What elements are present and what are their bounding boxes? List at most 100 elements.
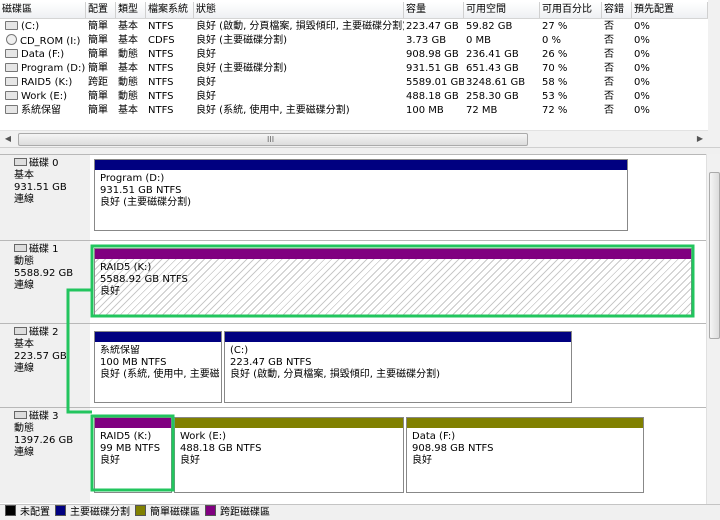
partition-3-1[interactable]: Work (E:) 488.18 GB NTFS 良好 (174, 417, 404, 493)
col-header-volume[interactable]: 磁碟區 (0, 2, 86, 18)
volume-overhead-cell: 0% (634, 77, 650, 88)
partition-0-0[interactable]: Program (D:) 931.51 GB NTFS 良好 (主要磁碟分割) (94, 159, 628, 231)
volume-icon (5, 91, 18, 100)
volume-list-header: 磁碟區 配置 類型 檔案系統 狀態 容量 可用空間 可用百分比 容錯 預先配置 (0, 2, 708, 19)
disk-type: 動態 (14, 423, 34, 434)
disk-type: 基本 (14, 339, 34, 350)
scroll-left-icon[interactable]: ◀ (0, 131, 16, 147)
vertical-scrollbar[interactable] (706, 154, 720, 504)
volume-type-cell: 基本 (118, 35, 138, 46)
disk-state: 連線 (14, 447, 34, 458)
horizontal-scroll-thumb[interactable]: III (18, 133, 528, 146)
partition-2-0[interactable]: 系統保留100 MB NTFS良好 (系統, 使用中, 主要磁碟分 (94, 331, 222, 403)
partition-type-bar (95, 418, 171, 428)
volume-free-cell: 258.30 GB (466, 91, 519, 102)
volume-row[interactable]: CD_ROM (I:) 簡單 基本 CDFS 良好 (主要磁碟分割) 3.73 GB 0 M… (0, 34, 708, 48)
volume-list[interactable]: 磁碟區 配置 類型 檔案系統 狀態 容量 可用空間 可用百分比 容錯 預先配置 … (0, 0, 720, 147)
partition-3-0[interactable]: RAID5 (K:) 99 MB NTFS 良好 (94, 417, 172, 493)
partition-title: Work (E:) (180, 431, 226, 442)
disk-row-separator (90, 323, 706, 324)
disk-graphical-view: 磁碟 0 基本 931.51 GB 連線 Program (D:) 931.51 GB N… (0, 154, 706, 504)
disk-state: 連線 (14, 280, 34, 291)
disk-size: 223.57 GB (14, 351, 67, 362)
partition-status: 良好 (100, 286, 120, 297)
legend: 未配置 主要磁碟分割 簡單磁碟區 跨距磁碟區 (0, 504, 720, 520)
volume-pct-cell: 70 % (542, 63, 568, 74)
volume-layout-cell: 簡單 (88, 91, 108, 102)
volume-overhead-cell: 0% (634, 21, 650, 32)
volume-type-cell: 動態 (118, 77, 138, 88)
disk-name-line: 磁碟 1 (14, 244, 90, 256)
disk-label-1[interactable]: 磁碟 1 動態 5588.92 GB 連線 (0, 240, 90, 323)
horizontal-scrollbar[interactable]: ◀ III ▶ (0, 130, 708, 147)
vertical-scroll-thumb[interactable] (709, 172, 720, 339)
legend-label: 跨距磁碟區 (220, 507, 270, 518)
volume-fault-cell: 否 (604, 77, 614, 88)
volume-free-cell: 236.41 GB (466, 49, 519, 60)
col-header-overhead[interactable]: 預先配置 (632, 2, 708, 18)
volume-layout-cell: 跨距 (88, 77, 108, 88)
volume-row[interactable]: RAID5 (K:) 跨距 動態 NTFS 良好 5589.01 GB 3248.61 GB… (0, 76, 708, 90)
partition-title: 系統保留 (100, 345, 140, 356)
partition-size: 931.51 GB NTFS (100, 185, 182, 196)
volume-overhead-cell: 0% (634, 35, 650, 46)
volume-layout-cell: 簡單 (88, 105, 108, 116)
volume-row[interactable]: Program (D:) 簡單 基本 NTFS 良好 (主要磁碟分割) 931.51 GB… (0, 62, 708, 76)
volume-capacity-cell: 5589.01 GB (406, 77, 464, 88)
disk-label-0[interactable]: 磁碟 0 基本 931.51 GB 連線 (0, 154, 90, 240)
col-header-percent-free[interactable]: 可用百分比 (540, 2, 602, 18)
volume-layout-cell: 簡單 (88, 63, 108, 74)
volume-pct-cell: 26 % (542, 49, 568, 60)
volume-name-cell: RAID5 (K:) (0, 76, 86, 90)
disk-label-2[interactable]: 磁碟 2 基本 223.57 GB 連線 (0, 323, 90, 407)
partition-info: Data (F:) 908.98 GB NTFS 良好 (412, 431, 641, 467)
volume-row[interactable]: Data (F:) 簡單 動態 NTFS 良好 908.98 GB 236.41 GB 26 … (0, 48, 708, 62)
partition-size: 908.98 GB NTFS (412, 443, 494, 454)
partition-title: Program (D:) (100, 173, 165, 184)
col-header-fault-tolerance[interactable]: 容錯 (602, 2, 632, 18)
volume-row[interactable]: (C:) 簡單 基本 NTFS 良好 (啟動, 分頁檔案, 損毀傾印, 主要磁碟分割) 2… (0, 20, 708, 34)
volume-fault-cell: 否 (604, 63, 614, 74)
partition-size: 5588.92 GB NTFS (100, 274, 188, 285)
partition-2-1[interactable]: (C:) 223.47 GB NTFS 良好 (啟動, 分頁檔案, 損毀傾印, 主要… (224, 331, 572, 403)
disk-row-separator (90, 407, 706, 408)
disk-icon (14, 244, 27, 252)
volume-icon (5, 63, 18, 72)
volume-list-vertical-scrollbar[interactable] (708, 0, 720, 147)
volume-layout-cell: 簡單 (88, 35, 108, 46)
volume-capacity-cell: 223.47 GB (406, 21, 459, 32)
col-header-free[interactable]: 可用空間 (464, 2, 540, 18)
partition-3-2[interactable]: Data (F:) 908.98 GB NTFS 良好 (406, 417, 644, 493)
partition-1-0[interactable]: RAID5 (K:) 5588.92 GB NTFS 良好 (94, 248, 692, 316)
volume-capacity-cell: 100 MB (406, 105, 444, 116)
disk-size: 5588.92 GB (14, 268, 74, 279)
legend-swatch (205, 505, 216, 516)
volume-fs-cell: NTFS (148, 63, 174, 74)
volume-row[interactable]: 系統保留 簡單 基本 NTFS 良好 (系統, 使用中, 主要磁碟分割) 100 MB 72… (0, 104, 708, 118)
volume-status-cell: 良好 (196, 91, 216, 102)
volume-row[interactable]: Work (E:) 簡單 動態 NTFS 良好 488.18 GB 258.30 GB 53 … (0, 90, 708, 104)
disk-label-3[interactable]: 磁碟 3 動態 1397.26 GB 連線 (0, 407, 90, 503)
col-header-layout[interactable]: 配置 (86, 2, 116, 18)
volume-icon (5, 105, 18, 114)
disk-row-separator (90, 154, 706, 155)
volume-fault-cell: 否 (604, 35, 614, 46)
col-header-capacity[interactable]: 容量 (404, 2, 464, 18)
volume-name: (C:) (21, 21, 40, 32)
partition-info: (C:) 223.47 GB NTFS 良好 (啟動, 分頁檔案, 損毀傾印, 主要… (230, 345, 569, 381)
volume-name-cell: Work (E:) (0, 90, 86, 104)
col-header-type[interactable]: 類型 (116, 2, 146, 18)
cd-icon (6, 34, 17, 45)
partition-size: 100 MB NTFS (100, 357, 167, 368)
col-header-status[interactable]: 狀態 (194, 2, 404, 18)
partition-info: 系統保留100 MB NTFS良好 (系統, 使用中, 主要磁碟分 (100, 345, 219, 381)
partition-status: 良好 (啟動, 分頁檔案, 損毀傾印, 主要磁碟分割) (230, 369, 441, 380)
disk-name: 磁碟 1 (29, 244, 59, 255)
col-header-filesystem[interactable]: 檔案系統 (146, 2, 194, 18)
disk-name-line: 磁碟 3 (14, 411, 90, 423)
disk-size: 1397.26 GB (14, 435, 74, 446)
volume-type-cell: 動態 (118, 91, 138, 102)
disk-state: 連線 (14, 194, 34, 205)
partition-type-bar (407, 418, 643, 428)
scroll-right-icon[interactable]: ▶ (692, 131, 708, 147)
